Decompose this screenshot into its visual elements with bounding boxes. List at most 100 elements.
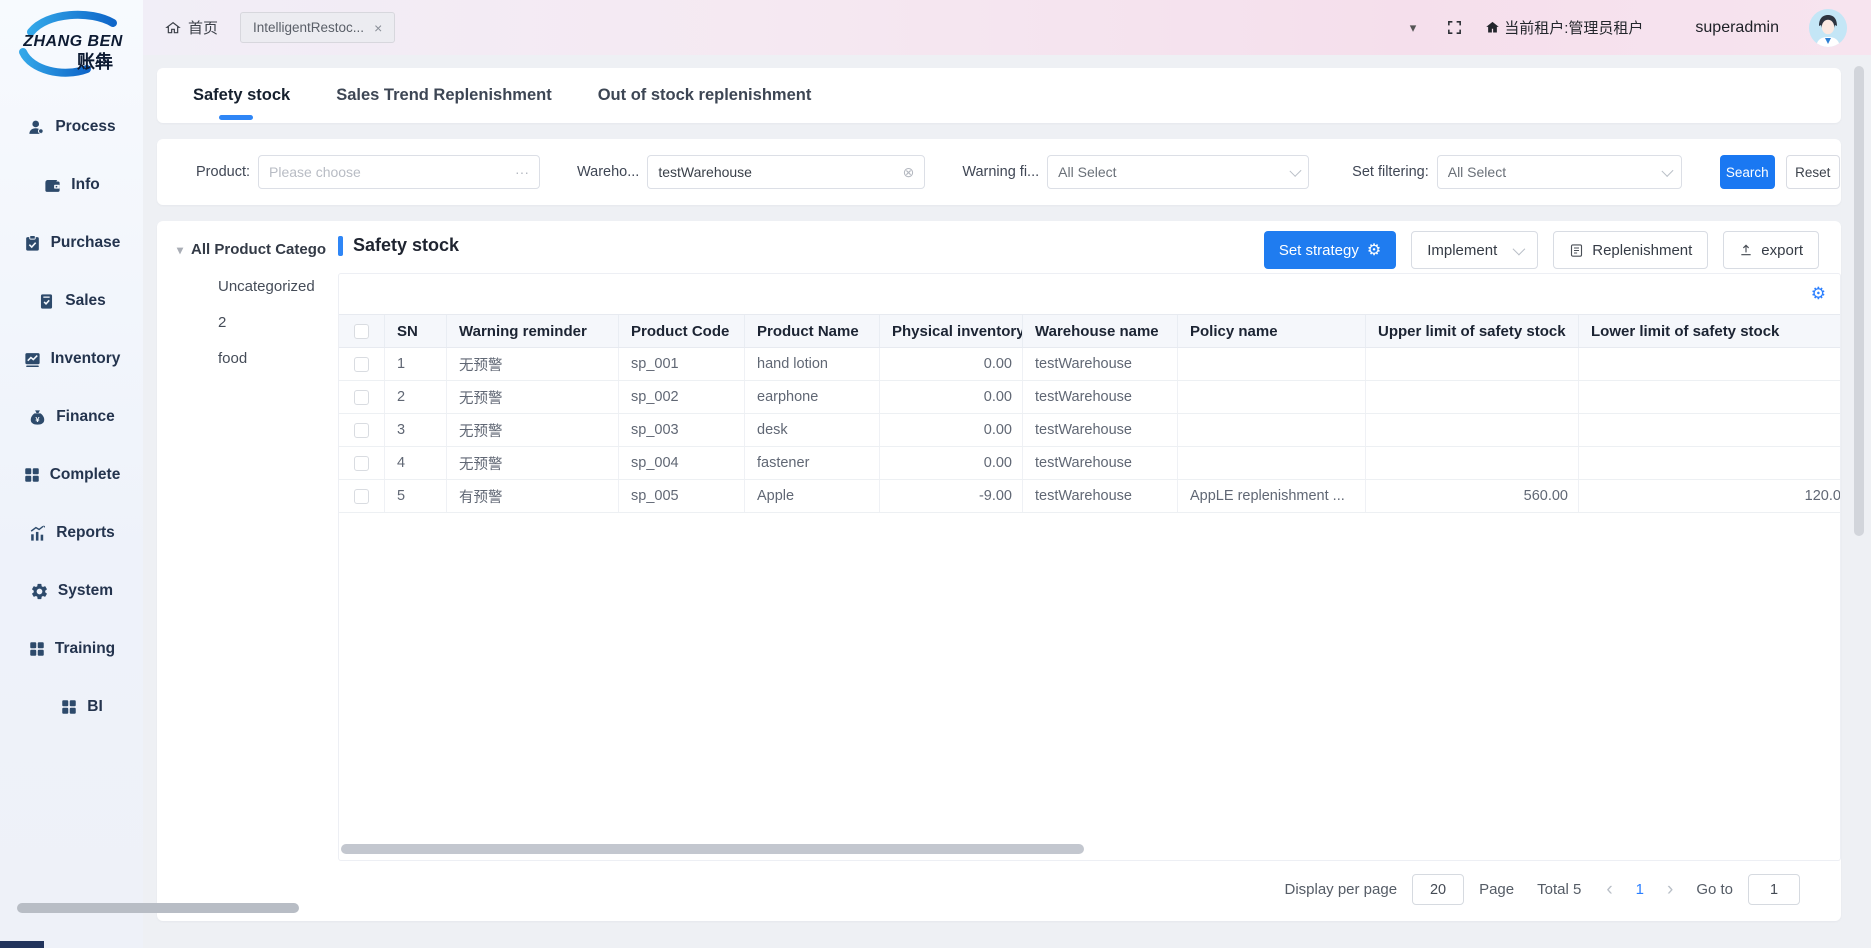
set-filtering-select[interactable] — [1437, 155, 1682, 189]
next-page-icon[interactable]: › — [1667, 879, 1673, 901]
category-tree: ▾ All Product Catego Uncategorized 2 foo… — [157, 221, 338, 921]
tenant-indicator: 当前租户:管理员租户 — [1485, 17, 1643, 38]
money-bag-icon: ¥ — [28, 408, 47, 427]
set-filtering-label: Set filtering: — [1352, 164, 1429, 180]
sidebar-item-label: System — [58, 582, 113, 600]
trend-chart-icon — [23, 350, 42, 369]
cell-inventory: 0.00 — [880, 447, 1023, 479]
cell-inventory: -9.00 — [880, 480, 1023, 512]
cell-lower — [1579, 447, 1841, 479]
avatar[interactable] — [1809, 9, 1847, 47]
cell-code: sp_003 — [619, 414, 745, 446]
set-strategy-button[interactable]: Set strategy ⚙ — [1264, 231, 1396, 269]
replenishment-button[interactable]: Replenishment — [1553, 231, 1708, 269]
grid-icon — [28, 640, 46, 658]
sidebar-item-training[interactable]: Training — [0, 620, 143, 678]
search-button[interactable]: Search — [1720, 155, 1775, 189]
goto-label: Go to — [1696, 881, 1733, 898]
sidebar-item-label: Info — [71, 176, 99, 194]
row-checkbox[interactable] — [354, 489, 369, 504]
warning-filter-select[interactable] — [1047, 155, 1309, 189]
cell-name: fastener — [745, 447, 880, 479]
cell-policy — [1178, 414, 1366, 446]
home-nav[interactable]: 首页 — [165, 0, 218, 55]
implement-button[interactable]: Implement — [1411, 231, 1538, 269]
cell-code: sp_001 — [619, 348, 745, 380]
prev-page-icon[interactable]: ‹ — [1606, 879, 1612, 901]
clear-icon[interactable]: ⊗ — [903, 164, 915, 181]
cell-upper — [1366, 414, 1579, 446]
sidebar-item-purchase[interactable]: Purchase — [0, 214, 143, 272]
safety-stock-table: ⚙ SN Warning reminder Product Code Produ… — [338, 273, 1841, 861]
sidebar-item-sales[interactable]: Sales — [0, 272, 143, 330]
export-icon — [1739, 243, 1753, 257]
sidebar-item-label: Complete — [50, 466, 121, 484]
current-page[interactable]: 1 — [1636, 881, 1644, 898]
page-vertical-scrollbar[interactable] — [1854, 66, 1864, 536]
grid-icon — [23, 466, 41, 484]
sidebar-item-finance[interactable]: ¥ Finance — [0, 388, 143, 446]
tab-sales-trend-replenishment[interactable]: Sales Trend Replenishment — [336, 86, 551, 105]
tree-node-all-product-category[interactable]: ▾ All Product Catego — [177, 241, 326, 258]
caret-down-icon[interactable]: ▾ — [177, 243, 183, 257]
column-settings-gear-icon[interactable]: ⚙ — [1811, 284, 1826, 304]
sidebar-item-process[interactable]: Process — [0, 98, 143, 156]
page-horizontal-scrollbar[interactable] — [17, 903, 299, 913]
clipboard-check-icon — [23, 234, 42, 253]
sidebar-item-inventory[interactable]: Inventory — [0, 330, 143, 388]
caret-down-icon[interactable]: ▾ — [1410, 20, 1417, 36]
row-checkbox[interactable] — [354, 456, 369, 471]
cell-lower — [1579, 348, 1841, 380]
table-row: 3 无预警 sp_003 desk 0.00 testWarehouse — [339, 414, 1841, 447]
goto-page-input[interactable] — [1748, 874, 1800, 905]
warehouse-filter-box[interactable]: ⊗ — [647, 155, 925, 189]
set-filtering-value[interactable] — [1448, 164, 1655, 180]
user-icon — [27, 118, 46, 137]
section-header: Safety stock — [338, 235, 459, 256]
tree-node-2[interactable]: 2 — [218, 314, 226, 331]
page-size-input[interactable] — [1412, 874, 1464, 905]
sidebar-item-bi[interactable]: BI — [0, 678, 143, 736]
chevron-down-icon — [1662, 164, 1674, 176]
product-input[interactable] — [269, 164, 509, 180]
row-checkbox[interactable] — [354, 357, 369, 372]
chevron-down-icon — [1289, 164, 1301, 176]
tab-safety-stock[interactable]: Safety stock — [193, 86, 290, 105]
table-row: 5 有预警 sp_005 Apple -9.00 testWarehouse A… — [339, 480, 1841, 513]
reset-button[interactable]: Reset — [1786, 155, 1840, 189]
col-warning-reminder: Warning reminder — [447, 315, 619, 347]
ellipsis-icon[interactable]: ··· — [515, 164, 529, 180]
product-filter-box[interactable]: ··· — [258, 155, 540, 189]
fullscreen-icon[interactable] — [1446, 19, 1463, 36]
row-checkbox[interactable] — [354, 423, 369, 438]
sidebar-item-complete[interactable]: Complete — [0, 446, 143, 504]
warehouse-input[interactable] — [658, 164, 896, 180]
table-horizontal-scrollbar[interactable] — [341, 844, 1084, 854]
cell-warehouse: testWarehouse — [1023, 348, 1178, 380]
chevron-down-icon — [1513, 242, 1526, 255]
cell-name: hand lotion — [745, 348, 880, 380]
sidebar: ZHANG BEN 账犇 Process Info Purchase Sales… — [0, 0, 143, 948]
tab-out-of-stock-replenishment[interactable]: Out of stock replenishment — [598, 86, 812, 105]
open-page-tab-label: IntelligentRestoc... — [253, 20, 364, 35]
section-accent-bar — [338, 236, 343, 256]
sidebar-item-label: Process — [55, 118, 115, 136]
gear-icon — [30, 582, 49, 601]
tree-node-uncategorized[interactable]: Uncategorized — [218, 278, 315, 295]
total-count-label: Total 5 — [1537, 881, 1581, 898]
tree-node-food[interactable]: food — [218, 350, 247, 367]
warning-filter-value[interactable] — [1058, 164, 1282, 180]
sidebar-item-info[interactable]: Info — [0, 156, 143, 214]
open-page-tab[interactable]: IntelligentRestoc... × — [240, 12, 395, 43]
cell-policy — [1178, 447, 1366, 479]
close-icon[interactable]: × — [374, 20, 382, 36]
export-button[interactable]: export — [1723, 231, 1819, 269]
row-checkbox[interactable] — [354, 390, 369, 405]
house-icon — [1485, 20, 1500, 35]
cell-policy — [1178, 381, 1366, 413]
sidebar-item-reports[interactable]: Reports — [0, 504, 143, 562]
cell-warehouse: testWarehouse — [1023, 414, 1178, 446]
cell-name: Apple — [745, 480, 880, 512]
select-all-checkbox[interactable] — [354, 324, 369, 339]
sidebar-item-system[interactable]: System — [0, 562, 143, 620]
